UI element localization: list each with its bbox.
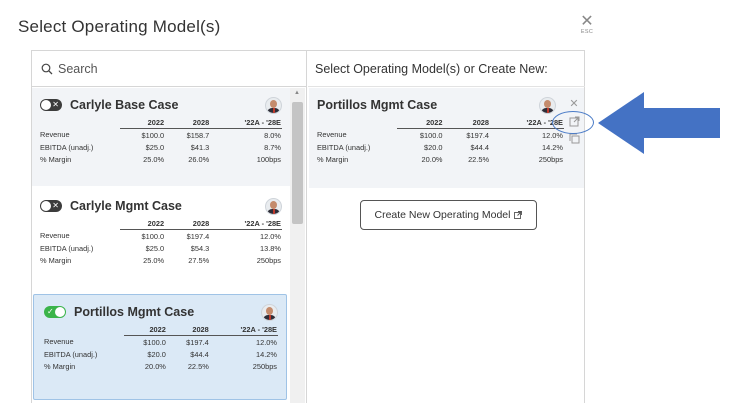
close-button[interactable]: ✕ ESC (577, 13, 597, 36)
model-metrics-table: 2022 2028 '22A - '28E Revenue $100.0 $158.… (40, 117, 282, 165)
table-row: Revenue $100.0 $158.7 8.0% (40, 130, 281, 140)
model-metrics-table: 2022 2028 '22A - '28E Revenue $100.0 $197.… (317, 117, 564, 165)
dialog-title: Select Operating Model(s) (18, 17, 221, 36)
model-toggle[interactable]: ✓ (44, 306, 66, 318)
model-selector-panel: Search ✕ Carlyle Base Case 2022 2028 '22… (31, 50, 585, 403)
model-toggle[interactable]: ✕ (40, 200, 62, 212)
close-label: ESC (580, 29, 594, 35)
close-icon: ✕ (580, 13, 594, 30)
search-icon (41, 63, 53, 74)
column-header: 2022 (397, 117, 444, 129)
model-metrics-table: 2022 2028 '22A - '28E Revenue $100.0 $197.… (44, 324, 278, 372)
create-operating-model-button[interactable]: Create New Operating Model (360, 200, 537, 230)
toggle-off-icon: ✕ (52, 201, 59, 210)
checkmark-icon: ✓ (47, 307, 54, 316)
column-header: 2028 (166, 324, 210, 336)
table-row: Revenue $100.0 $197.4 12.0% (317, 130, 563, 140)
model-name: Carlyle Mgmt Case (70, 199, 182, 213)
list-scrollbar[interactable]: ▲ (290, 88, 305, 403)
avatar (265, 197, 282, 215)
model-toggle[interactable]: ✕ (40, 99, 62, 111)
table-row: Revenue $100.0 $197.4 12.0% (40, 231, 281, 241)
model-card-carlyle-mgmt[interactable]: ✕ Carlyle Mgmt Case 2022 2028 '22A - '28… (32, 189, 290, 289)
column-header: 2028 (443, 117, 491, 129)
avatar (539, 96, 556, 114)
table-row: % Margin 25.0% 27.5% 250bps (40, 255, 281, 265)
arrow-annotation (598, 92, 720, 154)
model-card-portillos-mgmt[interactable]: ✓ Portillos Mgmt Case 2022 2028 '22A - '… (33, 294, 287, 400)
table-row: EBITDA (unadj.) $20.0 $44.4 14.2% (44, 349, 277, 359)
model-name: Carlyle Base Case (70, 98, 179, 112)
column-header: '22A - '28E (210, 117, 282, 129)
selected-pane-heading: Select Operating Model(s) or Create New: (308, 51, 585, 87)
search-box[interactable]: Search (32, 51, 306, 87)
table-row: EBITDA (unadj.) $25.0 $54.3 13.8% (40, 243, 281, 253)
annotation-highlight-circle (552, 111, 594, 134)
avatar (265, 96, 282, 114)
avatar (261, 303, 278, 321)
create-button-label: Create New Operating Model (374, 209, 511, 221)
table-row: % Margin 25.0% 26.0% 100bps (40, 154, 281, 164)
open-external-icon (514, 211, 523, 219)
table-row: Revenue $100.0 $197.4 12.0% (44, 337, 277, 347)
toggle-off-icon: ✕ (52, 100, 59, 109)
table-row: % Margin 20.0% 22.5% 250bps (317, 154, 563, 164)
column-header: 2022 (124, 324, 167, 336)
column-header: 2028 (165, 117, 211, 129)
scroll-up-icon[interactable]: ▲ (294, 90, 300, 96)
column-header: 2028 (165, 218, 211, 230)
model-list-pane: Search ✕ Carlyle Base Case 2022 2028 '22… (32, 51, 307, 403)
column-header: '22A - '28E (209, 324, 278, 336)
model-name: Portillos Mgmt Case (74, 305, 195, 319)
table-row: % Margin 20.0% 22.5% 250bps (44, 361, 277, 371)
column-header: 2022 (120, 218, 166, 230)
model-card-carlyle-base[interactable]: ✕ Carlyle Base Case 2022 2028 '22A - '28… (32, 88, 290, 186)
search-input[interactable]: Search (58, 62, 98, 76)
selected-models-pane: Select Operating Model(s) or Create New:… (308, 51, 585, 403)
scrollbar-thumb[interactable] (292, 102, 303, 224)
column-header: 2022 (120, 117, 166, 129)
selected-model-card: Portillos Mgmt Case 2022 2028 '22A - '28… (309, 88, 584, 188)
model-metrics-table: 2022 2028 '22A - '28E Revenue $100.0 $197.… (40, 218, 282, 266)
column-header: '22A - '28E (210, 218, 282, 230)
table-row: EBITDA (unadj.) $20.0 $44.4 14.2% (317, 142, 563, 152)
table-row: EBITDA (unadj.) $25.0 $41.3 8.7% (40, 142, 281, 152)
model-name: Portillos Mgmt Case (317, 98, 438, 112)
